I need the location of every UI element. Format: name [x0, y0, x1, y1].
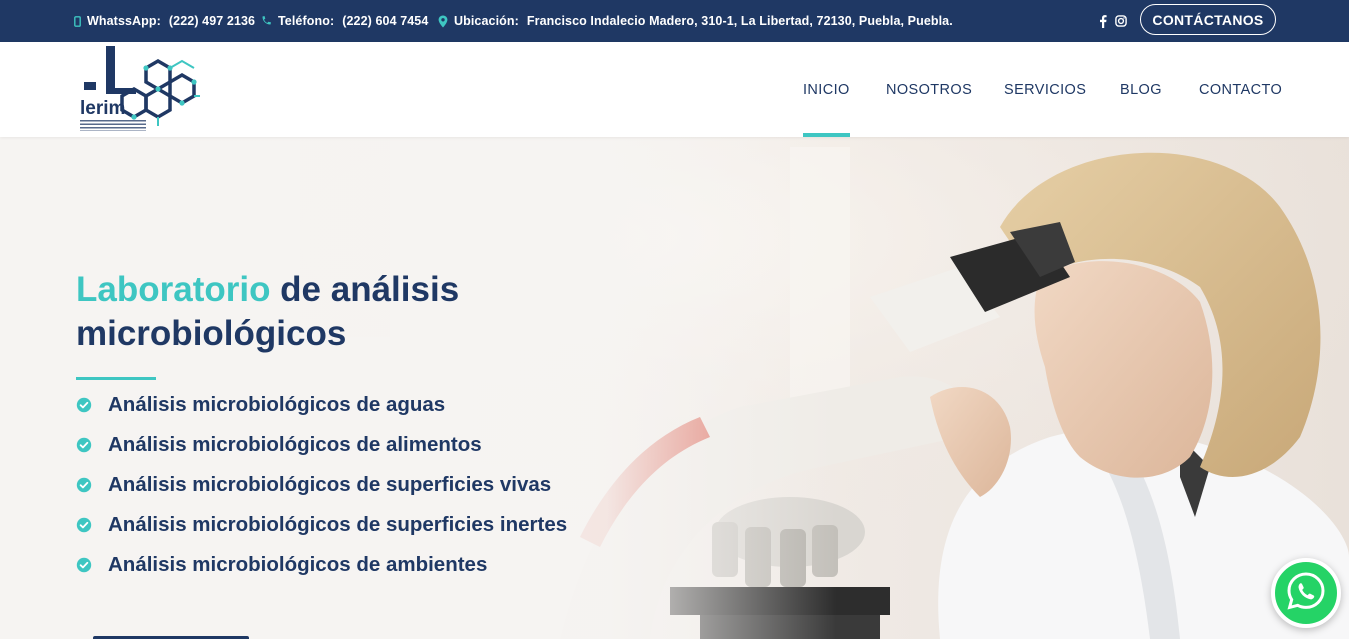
site-header: lerim INICIO NOSOTROS SERVICIOS BLOG CON…	[0, 42, 1349, 137]
whatsapp-chat-button[interactable]	[1271, 558, 1341, 628]
whatsapp-info[interactable]: WhatssApp: (222) 497 2136	[74, 0, 255, 42]
services-list: Análisis microbiológicos de aguas Anális…	[76, 385, 567, 585]
hero-title: Laboratorio de análisis microbiológicos	[76, 268, 596, 356]
phone-label: Teléfono:	[278, 14, 335, 28]
location-pin-icon	[438, 15, 448, 28]
nav-label: CONTACTO	[1199, 81, 1283, 98]
service-item: Análisis microbiológicos de aguas	[76, 385, 567, 425]
whatsapp-label: WhatssApp:	[87, 14, 161, 28]
nav-item-nosotros[interactable]: NOSOTROS	[886, 42, 972, 137]
check-circle-icon	[76, 517, 92, 533]
mobile-phone-icon	[74, 15, 81, 27]
check-circle-icon	[76, 477, 92, 493]
whatsapp-number: (222) 497 2136	[168, 14, 256, 28]
check-circle-icon	[76, 557, 92, 573]
lerim-logo[interactable]: lerim	[78, 44, 202, 134]
whatsapp-icon	[1285, 570, 1327, 617]
service-item: Análisis microbiológicos de superficies …	[76, 465, 567, 505]
nav-item-blog[interactable]: BLOG	[1120, 42, 1162, 137]
nav-item-contacto[interactable]: CONTACTO	[1199, 42, 1282, 137]
nav-label: BLOG	[1120, 81, 1162, 98]
service-label: Análisis microbiológicos de superficies …	[108, 473, 552, 496]
service-label: Análisis microbiológicos de superficies …	[108, 513, 568, 536]
location-label: Ubicación:	[454, 14, 519, 28]
nav-label: INICIO	[803, 81, 850, 98]
social-links	[1096, 0, 1128, 42]
service-label: Análisis microbiológicos de aguas	[108, 393, 446, 416]
nav-label: NOSOTROS	[886, 81, 973, 98]
service-item: Análisis microbiológicos de superficies …	[76, 505, 567, 545]
nav-label: SERVICIOS	[1004, 81, 1087, 98]
check-circle-icon	[76, 437, 92, 453]
nav-item-servicios[interactable]: SERVICIOS	[1004, 42, 1086, 137]
service-item: Análisis microbiológicos de ambientes	[76, 545, 567, 585]
top-bar: WhatssApp: (222) 497 2136 Teléfono: (222…	[0, 0, 1349, 42]
logo-tagline-lines	[80, 120, 146, 131]
location-info[interactable]: Ubicación: Francisco Indalecio Madero, 3…	[438, 0, 953, 42]
hero-section: Laboratorio de análisis microbiológicos …	[0, 137, 1349, 639]
instagram-icon[interactable]	[1114, 14, 1128, 28]
title-divider	[76, 377, 156, 380]
active-indicator	[803, 133, 850, 137]
phone-icon	[260, 15, 272, 27]
facebook-icon[interactable]	[1096, 14, 1110, 28]
service-label: Análisis microbiológicos de alimentos	[108, 433, 482, 456]
contact-us-button[interactable]: CONTÁCTANOS	[1140, 4, 1276, 35]
service-label: Análisis microbiológicos de ambientes	[108, 553, 488, 576]
phone-number: (222) 604 7454	[342, 14, 429, 28]
location-address: Francisco Indalecio Madero, 310-1, La Li…	[526, 14, 953, 28]
nav-item-inicio[interactable]: INICIO	[803, 42, 850, 137]
hero-title-accent: Laboratorio	[76, 270, 271, 309]
phone-info[interactable]: Teléfono: (222) 604 7454	[260, 0, 428, 42]
logo-wordmark: lerim	[80, 98, 126, 119]
service-item: Análisis microbiológicos de alimentos	[76, 425, 567, 465]
check-circle-icon	[76, 397, 92, 413]
